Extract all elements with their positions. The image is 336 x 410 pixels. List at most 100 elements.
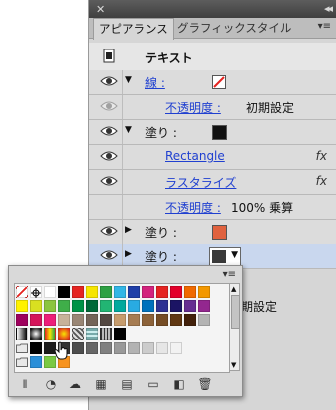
color-swatch[interactable] xyxy=(114,328,126,340)
eye-icon[interactable] xyxy=(100,149,118,163)
color-swatch[interactable] xyxy=(30,342,42,354)
popup-menu-icon[interactable]: ▾≡ xyxy=(223,269,236,280)
color-swatch[interactable] xyxy=(170,342,182,354)
close-icon[interactable]: ✕ xyxy=(96,3,105,16)
eye-icon[interactable] xyxy=(100,99,118,113)
cloud-icon[interactable]: ☁ xyxy=(67,376,83,392)
color-swatch[interactable] xyxy=(16,300,28,312)
color-swatch[interactable] xyxy=(16,314,28,326)
color-swatch[interactable] xyxy=(198,300,210,312)
color-swatch[interactable] xyxy=(142,300,154,312)
color-swatch[interactable] xyxy=(184,314,196,326)
color-swatch[interactable] xyxy=(86,342,98,354)
color-swatch[interactable] xyxy=(100,314,112,326)
appearance-row-effect[interactable]: Rectangle fx xyxy=(89,145,336,170)
eye-icon[interactable] xyxy=(100,248,118,262)
color-swatch[interactable] xyxy=(58,300,70,312)
color-swatch[interactable] xyxy=(198,314,210,326)
disclosure-triangle-icon[interactable]: ▶ xyxy=(125,225,132,235)
scroll-up-icon[interactable]: ▲ xyxy=(231,285,236,293)
color-swatch[interactable] xyxy=(100,300,112,312)
stroke-none-swatch-icon[interactable] xyxy=(212,75,226,89)
appearance-row-stroke[interactable]: ▼ 線 : xyxy=(89,70,336,95)
tab-appearance[interactable]: アピアランス xyxy=(93,18,174,40)
color-swatch[interactable] xyxy=(184,300,196,312)
new-swatch-icon[interactable]: ◧ xyxy=(171,376,187,392)
gradient-swatch[interactable] xyxy=(58,328,70,340)
color-swatch[interactable] xyxy=(128,314,140,326)
appearance-row-fill[interactable]: ▶ 塗り : xyxy=(89,220,336,245)
color-swatch[interactable] xyxy=(170,300,182,312)
color-swatch[interactable] xyxy=(30,356,42,368)
color-swatch[interactable] xyxy=(44,300,56,312)
color-swatch[interactable] xyxy=(72,342,84,354)
none-swatch-icon[interactable] xyxy=(16,286,28,298)
folder-icon[interactable]: ▭ xyxy=(145,376,161,392)
color-swatch[interactable] xyxy=(198,286,210,298)
gradient-swatch[interactable] xyxy=(72,328,84,340)
color-swatch[interactable] xyxy=(114,342,126,354)
color-swatch[interactable] xyxy=(86,314,98,326)
color-swatch[interactable] xyxy=(114,314,126,326)
color-swatch[interactable] xyxy=(156,314,168,326)
appearance-row-opacity[interactable]: 不透明度 : 初期設定 xyxy=(89,95,336,120)
swatch-scrollbar[interactable]: ▲ ▼ xyxy=(229,283,240,371)
disclosure-triangle-icon[interactable]: ▼ xyxy=(125,125,132,135)
gradient-swatch[interactable] xyxy=(100,328,112,340)
color-swatch[interactable] xyxy=(44,314,56,326)
appearance-row-fill[interactable]: ▼ 塗り : xyxy=(89,120,336,145)
tab-graphic-styles[interactable]: グラフィックスタイル xyxy=(172,18,296,38)
fill-color-dropdown[interactable]: ▼ xyxy=(209,247,241,266)
disclosure-triangle-icon[interactable]: ▶ xyxy=(125,249,132,259)
color-swatch[interactable] xyxy=(156,300,168,312)
color-swatch[interactable] xyxy=(114,286,126,298)
row-label[interactable]: 線 : xyxy=(145,74,165,91)
color-swatch[interactable] xyxy=(128,300,140,312)
fill-swatch[interactable] xyxy=(212,225,227,240)
gradient-swatch[interactable] xyxy=(16,328,28,340)
color-swatch[interactable] xyxy=(142,286,154,298)
color-swatch[interactable] xyxy=(142,342,154,354)
color-swatch[interactable] xyxy=(72,300,84,312)
color-swatch[interactable] xyxy=(156,342,168,354)
color-swatch[interactable] xyxy=(100,286,112,298)
color-swatch[interactable] xyxy=(184,286,196,298)
appearance-row-text[interactable]: テキスト xyxy=(89,43,336,71)
gradient-swatch[interactable] xyxy=(86,328,98,340)
color-swatch[interactable] xyxy=(72,286,84,298)
new-group-icon[interactable]: ▤ xyxy=(119,376,135,392)
disclosure-triangle-icon[interactable]: ▼ xyxy=(125,75,132,85)
gradient-swatch[interactable] xyxy=(44,328,56,340)
color-swatch[interactable] xyxy=(44,286,56,298)
eye-icon[interactable] xyxy=(100,224,118,238)
swatch-kind-icon[interactable]: ◔ xyxy=(43,376,59,392)
gradient-swatch[interactable] xyxy=(30,328,42,340)
color-swatch[interactable] xyxy=(142,314,154,326)
row-label[interactable]: 不透明度 : xyxy=(165,199,221,216)
eye-icon[interactable] xyxy=(100,124,118,138)
color-swatch[interactable] xyxy=(58,286,70,298)
color-swatch[interactable] xyxy=(156,286,168,298)
color-swatch[interactable] xyxy=(86,286,98,298)
appearance-row-opacity[interactable]: 不透明度 : 100% 乗算 xyxy=(89,195,336,220)
color-swatch[interactable] xyxy=(170,314,182,326)
scroll-thumb[interactable] xyxy=(231,295,240,329)
row-label[interactable]: 不透明度 : xyxy=(165,99,221,116)
swatch-library-icon[interactable]: 𝍪 xyxy=(17,376,33,392)
collapse-icon[interactable]: ◂◂ xyxy=(324,2,333,15)
color-swatch[interactable] xyxy=(128,342,140,354)
color-swatch[interactable] xyxy=(100,342,112,354)
color-swatch[interactable] xyxy=(72,314,84,326)
appearance-row-effect[interactable]: ラスタライズ fx xyxy=(89,170,336,195)
folder-icon[interactable] xyxy=(16,356,28,368)
scroll-down-icon[interactable]: ▼ xyxy=(231,361,236,369)
swatch-options-icon[interactable]: ▦ xyxy=(93,376,109,392)
folder-icon[interactable] xyxy=(16,342,28,354)
color-swatch[interactable] xyxy=(58,314,70,326)
color-swatch[interactable] xyxy=(170,286,182,298)
color-swatch[interactable] xyxy=(128,286,140,298)
eye-icon[interactable] xyxy=(100,74,118,88)
color-swatch[interactable] xyxy=(30,314,42,326)
trash-icon[interactable]: 🗑 xyxy=(197,376,213,392)
color-swatch[interactable] xyxy=(86,300,98,312)
